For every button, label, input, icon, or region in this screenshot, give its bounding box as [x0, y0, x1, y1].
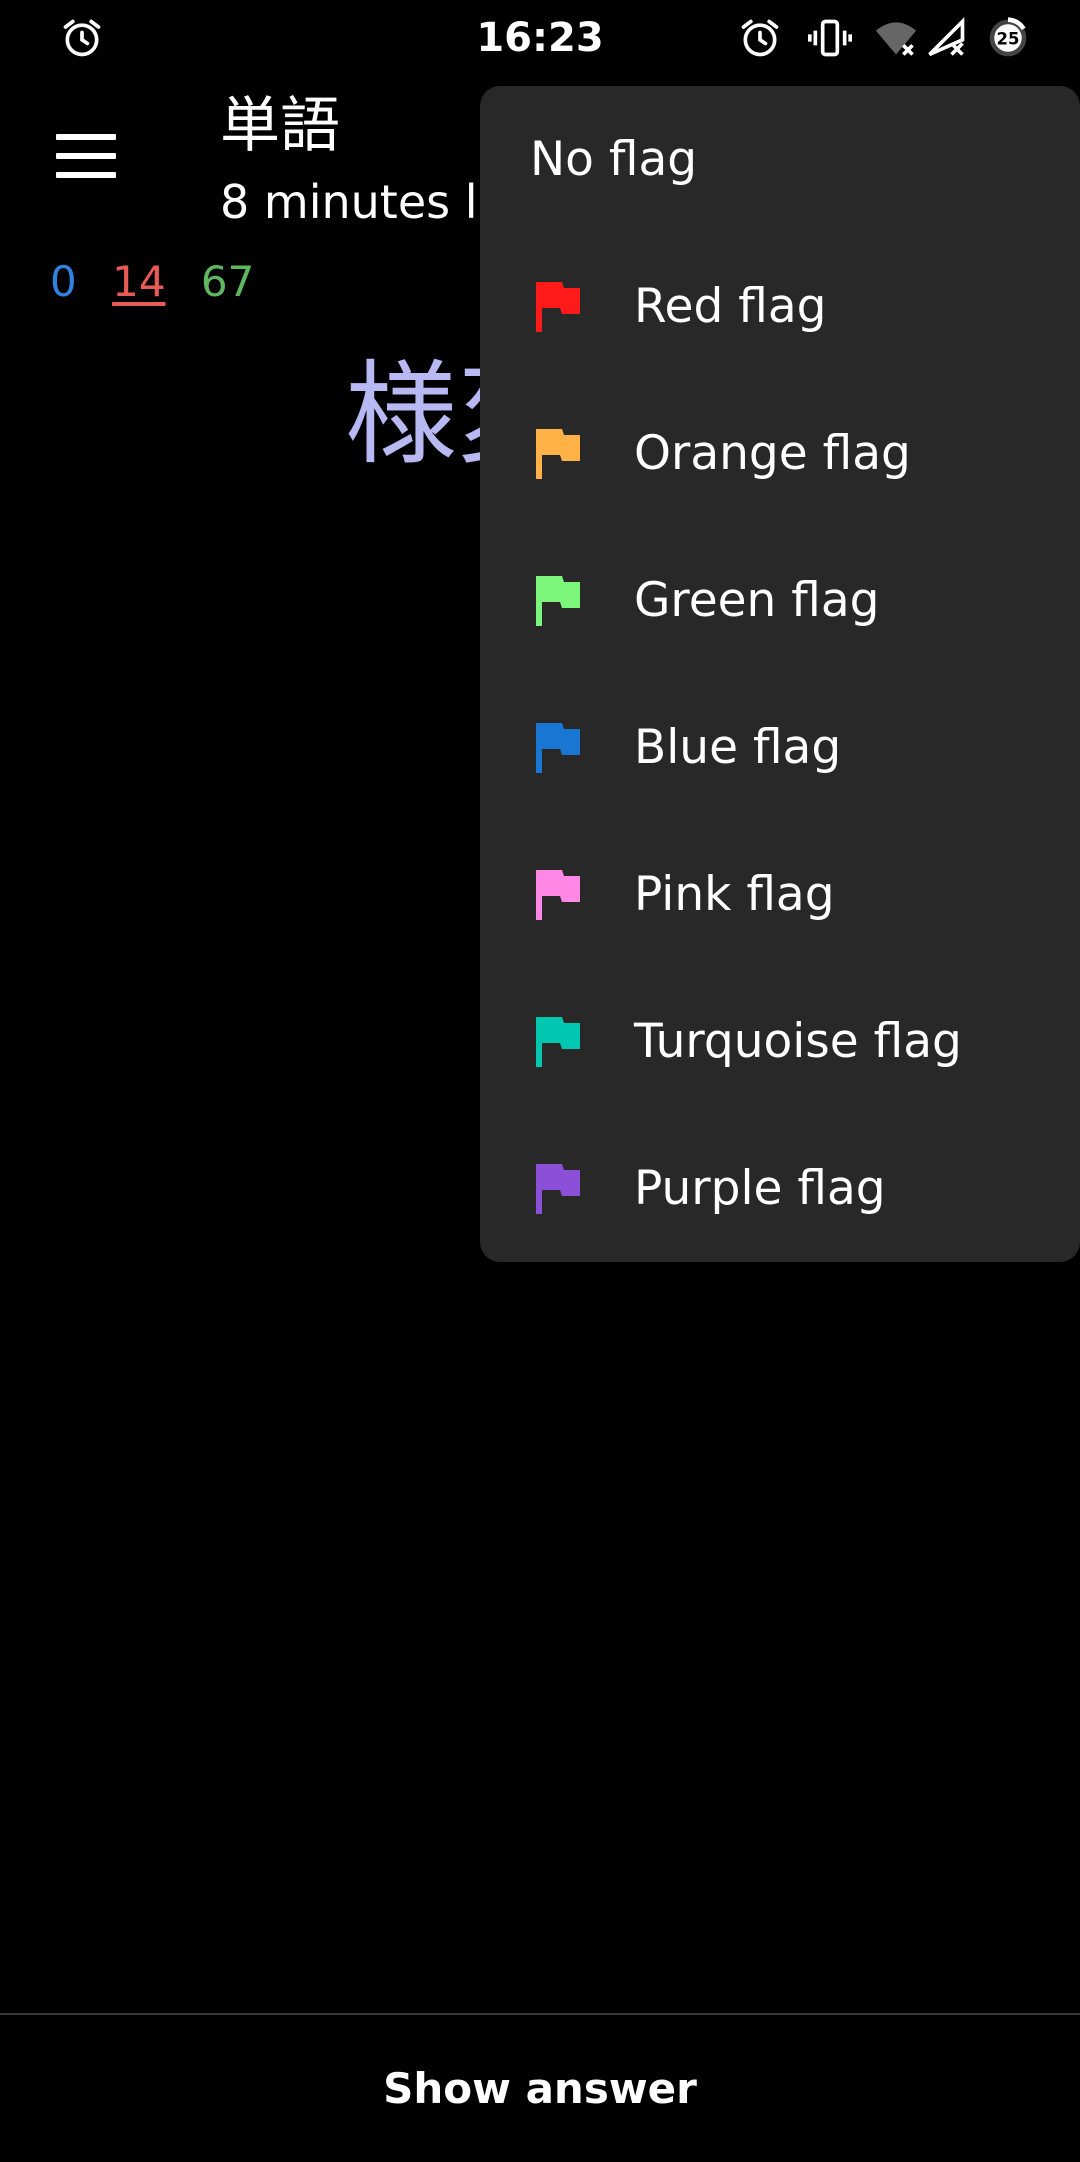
flag-icon: [536, 1016, 580, 1067]
flag-icon: [536, 722, 580, 773]
flag-icon: [536, 869, 580, 920]
menu-icon[interactable]: [56, 134, 116, 178]
svg-text:25: 25: [997, 29, 1020, 48]
menu-item-label: Purple flag: [634, 1160, 886, 1216]
flag-icon: [536, 575, 580, 626]
signal-off-icon: [928, 17, 965, 57]
menu-item-label: Green flag: [634, 572, 880, 628]
menu-item-blue-flag[interactable]: Blue flag: [480, 674, 1080, 821]
wifi-off-icon: [875, 22, 917, 56]
menu-item-label: Blue flag: [634, 719, 842, 775]
menu-item-label: Pink flag: [634, 866, 835, 922]
menu-item-pink-flag[interactable]: Pink flag: [480, 821, 1080, 968]
alarm-icon: [741, 19, 779, 57]
menu-item-turquoise-flag[interactable]: Turquoise flag: [480, 968, 1080, 1115]
card-counts: 0 14 67: [50, 256, 276, 308]
menu-item-label: Turquoise flag: [634, 1013, 962, 1069]
vibrate-icon: [808, 19, 852, 57]
menu-item-orange-flag[interactable]: Orange flag: [480, 380, 1080, 527]
menu-item-green-flag[interactable]: Green flag: [480, 527, 1080, 674]
flag-icon: [536, 428, 580, 479]
battery-icon: 25: [989, 17, 1027, 57]
deck-title: 単語: [220, 91, 340, 161]
answer-bar: Show answer: [0, 2013, 1080, 2162]
flag-icon: [536, 1163, 580, 1214]
learning-count: 14: [112, 257, 166, 306]
menu-item-red-flag[interactable]: Red flag: [480, 233, 1080, 380]
menu-item-label: No flag: [530, 131, 698, 187]
status-time: 16:23: [476, 15, 604, 61]
new-count: 0: [50, 257, 77, 306]
review-count: 67: [200, 257, 255, 306]
flag-icon: [536, 281, 580, 332]
show-answer-button[interactable]: Show answer: [0, 2015, 1080, 2162]
menu-item-label: Red flag: [634, 278, 827, 334]
menu-item-no-flag[interactable]: No flag: [480, 86, 1080, 233]
menu-item-label: Orange flag: [634, 425, 911, 481]
flag-menu: No flag Red flag Orange flag Green flag Blue…: [480, 86, 1080, 1262]
menu-item-purple-flag[interactable]: Purple flag: [480, 1115, 1080, 1262]
status-bar: 16:23 25: [0, 0, 1080, 76]
